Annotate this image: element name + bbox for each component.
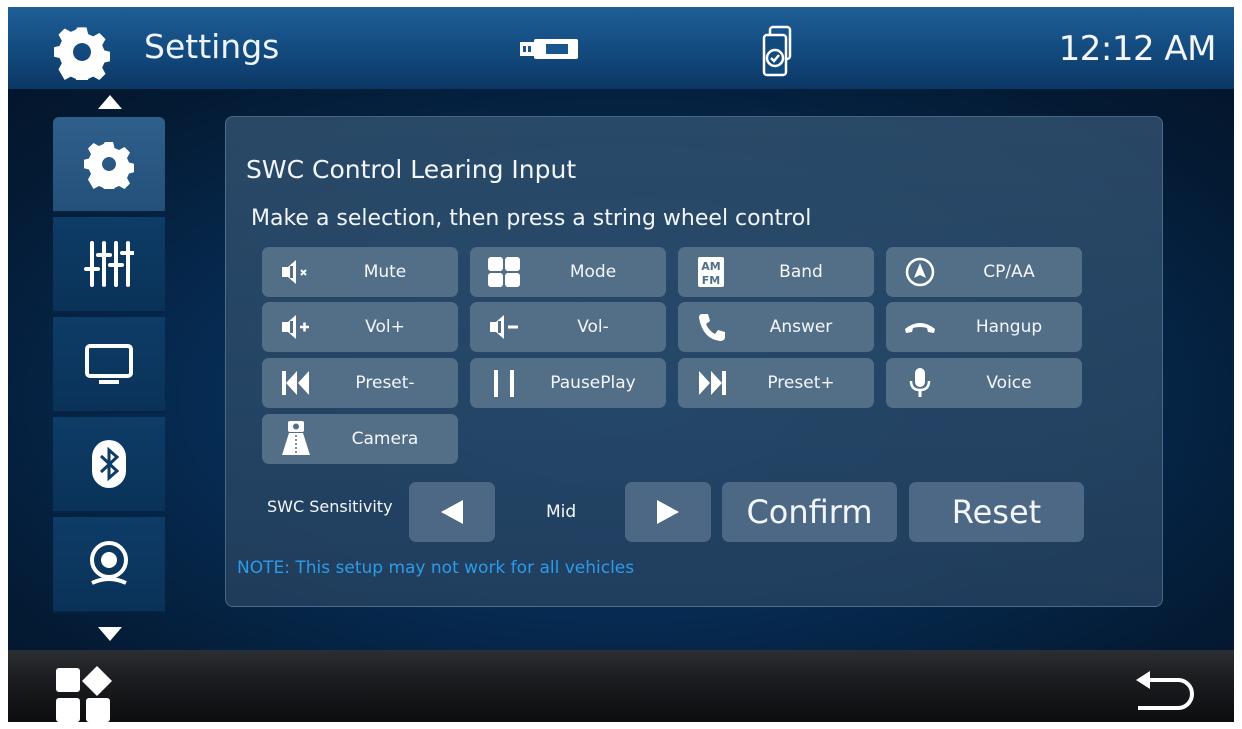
preset-down-button[interactable]: Preset-: [262, 358, 458, 408]
sensitivity-decrease-button[interactable]: [409, 482, 495, 542]
sidebar-item-bluetooth[interactable]: [53, 417, 165, 513]
back-icon[interactable]: [1134, 670, 1196, 714]
hangup-button[interactable]: Hangup: [886, 302, 1082, 352]
sensitivity-increase-button[interactable]: [625, 482, 711, 542]
skip-forward-icon: [699, 371, 726, 395]
status-header: Settings 12:12 AM: [8, 7, 1234, 89]
mode-icon: [488, 257, 520, 287]
settings-sidebar: [53, 117, 165, 617]
gear-icon: [84, 142, 134, 189]
arrow-left-icon: [441, 500, 463, 524]
phone-hangup-icon: [905, 323, 935, 333]
phone-link-icon: [762, 25, 792, 77]
rear-camera-icon: [282, 421, 310, 455]
answer-button[interactable]: Answer: [678, 302, 874, 352]
svg-text:AM: AM: [701, 260, 720, 273]
arrow-right-icon: [657, 500, 679, 524]
gear-icon: [54, 27, 110, 80]
vol-down-button[interactable]: Vol-: [470, 302, 666, 352]
clock: 12:12 AM: [1058, 29, 1217, 69]
camera-icon: [90, 541, 128, 585]
display-icon: [85, 344, 133, 384]
setup-note: NOTE: This setup may not work for all ve…: [237, 558, 635, 578]
scroll-up-arrow-icon[interactable]: [98, 95, 122, 109]
microphone-icon: [909, 368, 931, 397]
sensitivity-value: Mid: [546, 502, 577, 522]
am-fm-icon: AM FM: [698, 257, 724, 287]
volume-up-icon: [282, 315, 309, 339]
bluetooth-icon: [92, 440, 126, 488]
pause-play-button[interactable]: PausePlay: [470, 358, 666, 408]
mode-button[interactable]: Mode: [470, 247, 666, 297]
phone-answer-icon: [699, 314, 725, 341]
voice-button[interactable]: Voice: [886, 358, 1082, 408]
scroll-down-arrow-icon[interactable]: [98, 627, 122, 641]
apps-icon[interactable]: [54, 666, 112, 722]
mute-button[interactable]: Mute: [262, 247, 458, 297]
band-button[interactable]: AM FM Band: [678, 247, 874, 297]
vol-up-button[interactable]: Vol+: [262, 302, 458, 352]
pause-icon: [494, 370, 514, 397]
bottom-bar: [8, 650, 1234, 722]
camera-button[interactable]: Camera: [262, 414, 458, 464]
usb-icon: [520, 39, 578, 59]
sidebar-item-camera[interactable]: [53, 517, 165, 613]
navigation-icon: [905, 257, 935, 287]
panel-title: SWC Control Learing Input: [246, 155, 577, 184]
sensitivity-label: SWC Sensitivity: [267, 497, 393, 516]
cp-aa-button[interactable]: CP/AA: [886, 247, 1082, 297]
sidebar-item-audio[interactable]: [53, 217, 165, 313]
svg-text:FM: FM: [702, 274, 720, 287]
page-title: Settings: [144, 27, 280, 66]
panel-instructions: Make a selection, then press a string wh…: [251, 206, 812, 231]
preset-up-button[interactable]: Preset+: [678, 358, 874, 408]
confirm-button[interactable]: Confirm: [722, 482, 897, 542]
swc-learning-panel: SWC Control Learing Input Make a selecti…: [225, 116, 1163, 607]
sidebar-item-general[interactable]: [53, 117, 165, 213]
volume-down-icon: [490, 315, 518, 339]
skip-back-icon: [282, 371, 309, 395]
equalizer-icon: [84, 241, 134, 287]
head-unit-screen: Settings 12:12 AM SWC Control Learing In…: [8, 7, 1234, 722]
sidebar-item-display[interactable]: [53, 317, 165, 413]
mute-icon: [282, 260, 307, 284]
reset-button[interactable]: Reset: [909, 482, 1084, 542]
